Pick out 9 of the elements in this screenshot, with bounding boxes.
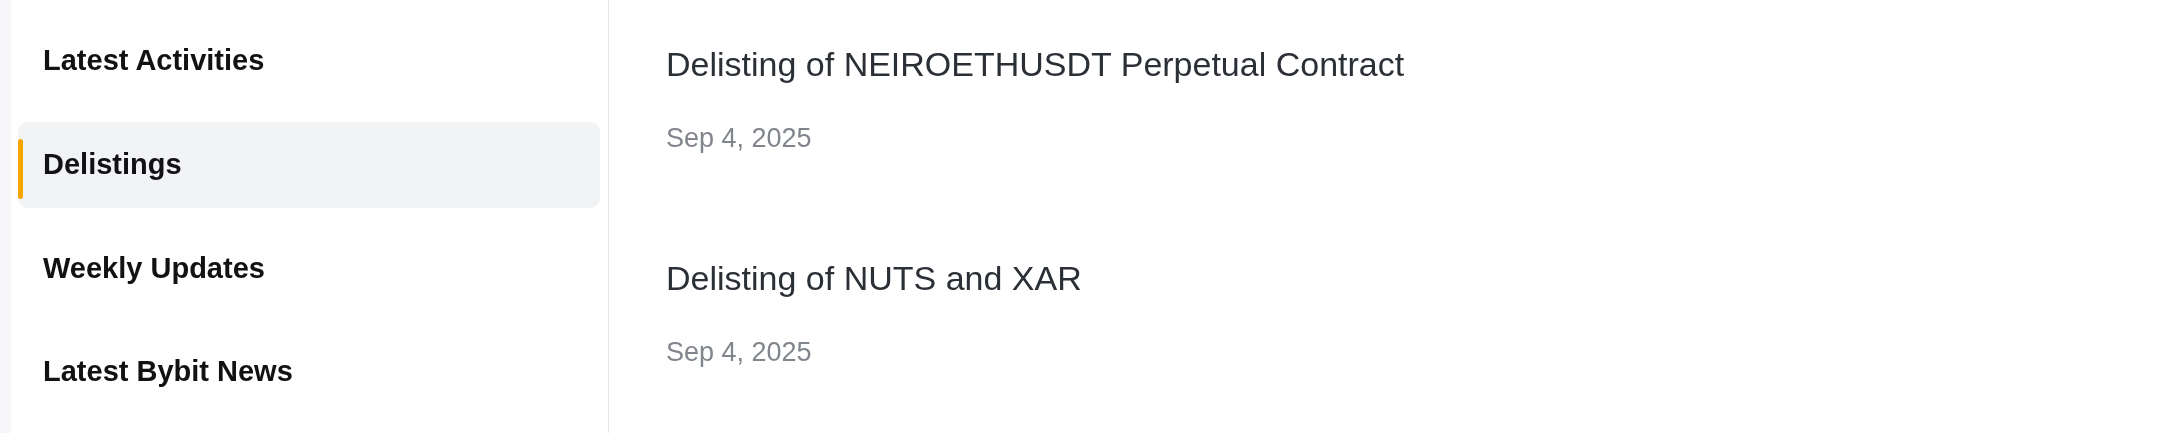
article-title[interactable]: Delisting of NUTS and XAR (666, 256, 2171, 300)
sidebar-item[interactable]: Delistings (18, 121, 600, 208)
sidebar-item[interactable]: Latest Bybit News (18, 329, 600, 415)
article-date: Sep 4, 2025 (666, 122, 813, 154)
active-indicator (18, 138, 23, 199)
article-date: Sep 4, 2025 (666, 336, 813, 368)
article-title[interactable]: Delisting of NEIROETHUSDT Perpetual Contract (666, 42, 2171, 86)
sidebar-item[interactable]: Weekly Updates (18, 225, 600, 312)
sidebar-item[interactable]: Latest Activities (18, 18, 600, 104)
